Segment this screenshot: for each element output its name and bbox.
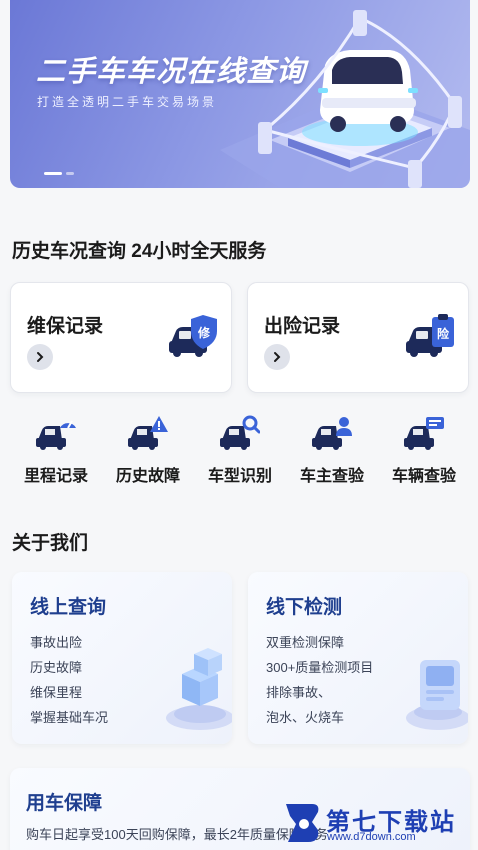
list-item: 事故出险 <box>30 635 83 650</box>
service-label: 车型识别 <box>207 468 272 485</box>
service-label: 历史故障 <box>115 468 180 485</box>
service-owner-check[interactable]: 车主查验 <box>290 414 370 486</box>
car-shield-icon: 修 <box>169 315 217 357</box>
insurance-record-card[interactable]: 出险记录 险 <box>247 282 469 393</box>
online-query-card[interactable]: 线上查询 事故出险 历史故障 维保里程 掌握基础车况 <box>12 572 232 744</box>
list-item: 掌握基础车况 <box>30 710 109 725</box>
car-showcase-illustration <box>220 10 470 188</box>
service-fault-history[interactable]: 历史故障 <box>106 414 186 486</box>
carousel-dot[interactable] <box>66 172 74 175</box>
list-item: 历史故障 <box>30 660 83 675</box>
shield-badge-text: 修 <box>197 325 211 340</box>
list-item: 泡水、火烧车 <box>266 710 345 725</box>
chevron-right-icon <box>37 352 44 362</box>
list-item: 300+质量检测项目 <box>266 660 374 675</box>
hero-banner[interactable]: 二手车车况在线查询 打造全透明二手车交易场景 <box>10 0 470 188</box>
service-label: 车辆查验 <box>391 468 456 485</box>
service-label: 里程记录 <box>23 468 88 485</box>
site-watermark: 第七下载站 www.d7down.com <box>282 798 478 850</box>
clipboard-badge-text: 险 <box>437 326 450 341</box>
car-warning-icon <box>128 416 168 450</box>
card-title: 线下检测 <box>266 597 343 618</box>
maintenance-record-card[interactable]: 维保记录 修 <box>10 282 232 393</box>
car-clipboard-icon: 险 <box>406 314 454 357</box>
chevron-right-icon <box>274 352 281 362</box>
watermark-logo-icon <box>286 804 319 842</box>
arrow-right-button[interactable] <box>27 344 53 370</box>
carousel-indicator[interactable] <box>44 172 74 175</box>
feature-list: 双重检测保障 300+质量检测项目 排除事故、 泡水、火烧车 <box>266 630 373 730</box>
service-model-recognition[interactable]: 车型识别 <box>198 414 278 486</box>
car-speedometer-icon <box>36 420 76 450</box>
banner-subtitle: 打造全透明二手车交易场景 <box>37 95 218 109</box>
arrow-right-button[interactable] <box>264 344 290 370</box>
watermark-url: www.d7down.com <box>327 831 416 843</box>
car-person-icon <box>312 417 352 450</box>
service-label: 车主查验 <box>299 468 364 485</box>
banner-title: 二手车车况在线查询 <box>36 56 307 88</box>
section-title-history: 历史车况查询 24小时全天服务 <box>12 241 267 262</box>
section-title-about: 关于我们 <box>12 533 89 554</box>
list-item: 维保里程 <box>30 685 83 700</box>
car-search-icon <box>220 415 260 450</box>
car-card-icon <box>404 417 444 450</box>
service-mileage[interactable]: 里程记录 <box>14 414 94 486</box>
data-cubes-illustration <box>166 648 232 730</box>
feature-list: 事故出险 历史故障 维保里程 掌握基础车况 <box>30 630 108 730</box>
inspection-device-illustration <box>406 660 468 730</box>
offline-inspection-card[interactable]: 线下检测 双重检测保障 300+质量检测项目 排除事故、 泡水、火烧车 <box>248 572 468 744</box>
list-item: 双重检测保障 <box>266 635 345 650</box>
carousel-dot[interactable] <box>44 172 62 175</box>
service-vehicle-check[interactable]: 车辆查验 <box>382 414 462 486</box>
card-label: 出险记录 <box>264 316 341 337</box>
card-title: 线上查询 <box>30 597 107 618</box>
card-label: 维保记录 <box>27 316 104 337</box>
list-item: 排除事故、 <box>266 685 332 700</box>
card-title: 用车保障 <box>26 793 103 814</box>
